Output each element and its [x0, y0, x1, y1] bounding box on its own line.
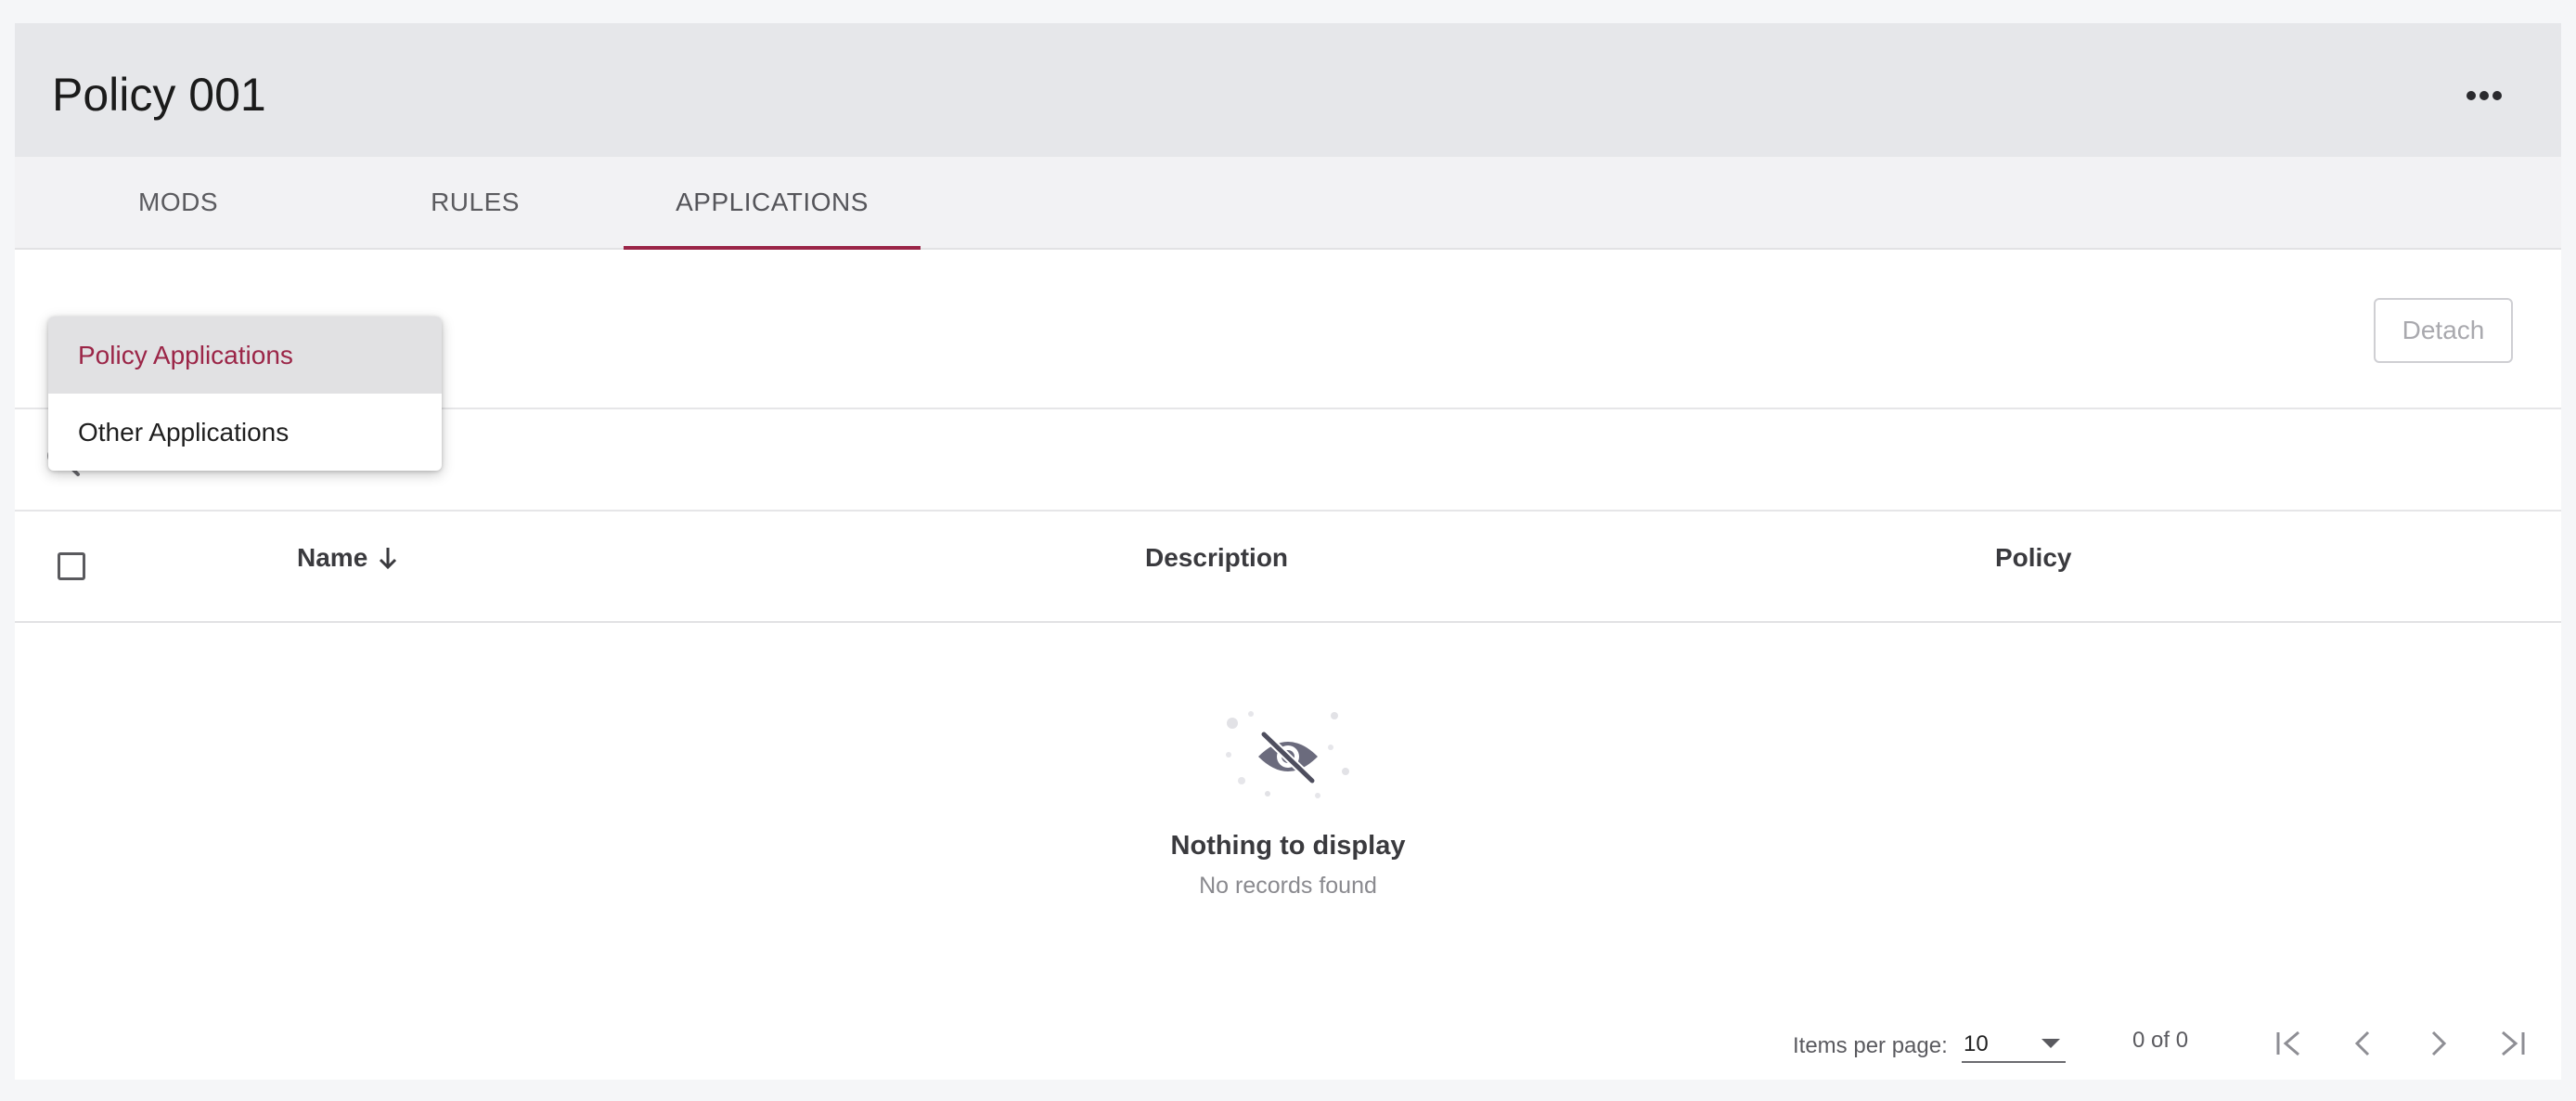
tab-applications[interactable]: APPLICATIONS	[624, 157, 921, 250]
tab-bar: MODS RULES APPLICATIONS	[15, 157, 2561, 250]
table-header: Name Description Policy	[15, 512, 2561, 623]
items-per-page-select[interactable]: 10	[1962, 1020, 2066, 1063]
range-label: 0 of 0	[2132, 1028, 2189, 1053]
arrow-down-icon	[380, 548, 397, 570]
column-header-policy[interactable]: Policy	[1995, 543, 2071, 573]
last-page-button[interactable]	[2487, 1020, 2537, 1067]
select-all-checkbox[interactable]	[58, 552, 85, 580]
tab-mods[interactable]: MODS	[30, 157, 327, 248]
next-page-button[interactable]	[2413, 1020, 2463, 1067]
first-page-icon	[2276, 1030, 2299, 1056]
empty-state: Nothing to display No records found	[15, 710, 2561, 900]
empty-state-title: Nothing to display	[1170, 831, 1406, 861]
chevron-left-icon	[2354, 1030, 2370, 1056]
first-page-button[interactable]	[2264, 1020, 2314, 1067]
more-horizontal-icon	[2467, 91, 2502, 100]
empty-state-subtitle: No records found	[1199, 873, 1377, 899]
column-name-label: Name	[297, 543, 368, 572]
tab-rules[interactable]: RULES	[327, 157, 624, 248]
page-header: Policy 001	[15, 23, 2561, 157]
eye-off-icon	[1226, 711, 1349, 798]
items-per-page-label: Items per page:	[1793, 1033, 1948, 1058]
page-title: Policy 001	[52, 69, 266, 121]
last-page-icon	[2502, 1030, 2525, 1056]
items-per-page-value: 10	[1964, 1031, 1989, 1056]
chevron-right-icon	[2431, 1030, 2447, 1056]
dropdown-option-policy-applications[interactable]: Policy Applications	[48, 317, 442, 394]
column-header-name[interactable]: Name	[297, 543, 399, 573]
caret-down-icon	[2041, 1039, 2060, 1048]
detach-button[interactable]: Detach	[2374, 298, 2513, 363]
previous-page-button[interactable]	[2338, 1020, 2389, 1067]
more-options-button[interactable]	[2452, 77, 2517, 114]
applications-filter-dropdown: Policy Applications Other Applications	[48, 317, 442, 471]
dropdown-option-other-applications[interactable]: Other Applications	[48, 394, 442, 471]
column-header-description[interactable]: Description	[1145, 543, 1288, 573]
policy-card: Policy 001 MODS RULES APPLICATIONS Detac…	[15, 23, 2561, 1080]
paginator: Items per page: 10 0 of 0	[15, 987, 2561, 1063]
